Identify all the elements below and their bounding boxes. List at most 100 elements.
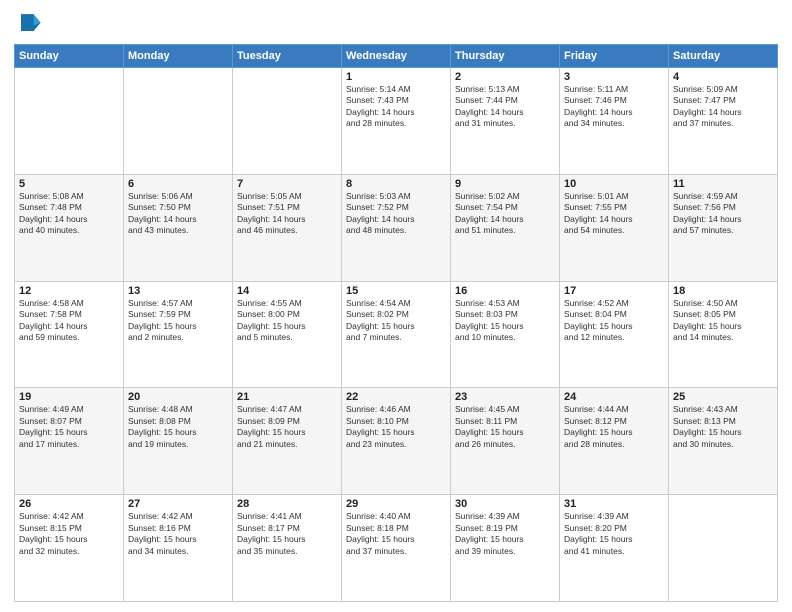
day-number: 11 [673, 178, 773, 190]
day-info: Sunrise: 5:06 AM Sunset: 7:50 PM Dayligh… [128, 191, 228, 237]
day-number: 20 [128, 391, 228, 403]
day-number: 30 [455, 498, 555, 510]
calendar-cell [124, 68, 233, 175]
calendar-week-row: 26Sunrise: 4:42 AM Sunset: 8:15 PM Dayli… [15, 495, 778, 602]
day-info: Sunrise: 4:48 AM Sunset: 8:08 PM Dayligh… [128, 404, 228, 450]
day-info: Sunrise: 5:02 AM Sunset: 7:54 PM Dayligh… [455, 191, 555, 237]
day-number: 1 [346, 71, 446, 83]
day-info: Sunrise: 4:40 AM Sunset: 8:18 PM Dayligh… [346, 511, 446, 557]
day-number: 23 [455, 391, 555, 403]
generalblue-icon [14, 10, 42, 38]
day-info: Sunrise: 4:47 AM Sunset: 8:09 PM Dayligh… [237, 404, 337, 450]
calendar-cell: 21Sunrise: 4:47 AM Sunset: 8:09 PM Dayli… [233, 388, 342, 495]
day-number: 12 [19, 285, 119, 297]
calendar-cell: 26Sunrise: 4:42 AM Sunset: 8:15 PM Dayli… [15, 495, 124, 602]
day-info: Sunrise: 5:03 AM Sunset: 7:52 PM Dayligh… [346, 191, 446, 237]
day-info: Sunrise: 4:52 AM Sunset: 8:04 PM Dayligh… [564, 298, 664, 344]
calendar-cell: 9Sunrise: 5:02 AM Sunset: 7:54 PM Daylig… [451, 174, 560, 281]
day-info: Sunrise: 5:09 AM Sunset: 7:47 PM Dayligh… [673, 84, 773, 130]
calendar-cell: 29Sunrise: 4:40 AM Sunset: 8:18 PM Dayli… [342, 495, 451, 602]
day-info: Sunrise: 4:57 AM Sunset: 7:59 PM Dayligh… [128, 298, 228, 344]
day-number: 16 [455, 285, 555, 297]
calendar-cell: 14Sunrise: 4:55 AM Sunset: 8:00 PM Dayli… [233, 281, 342, 388]
calendar-week-row: 1Sunrise: 5:14 AM Sunset: 7:43 PM Daylig… [15, 68, 778, 175]
day-number: 4 [673, 71, 773, 83]
calendar-cell: 5Sunrise: 5:08 AM Sunset: 7:48 PM Daylig… [15, 174, 124, 281]
calendar-cell: 23Sunrise: 4:45 AM Sunset: 8:11 PM Dayli… [451, 388, 560, 495]
weekday-header-wednesday: Wednesday [342, 45, 451, 68]
day-info: Sunrise: 4:43 AM Sunset: 8:13 PM Dayligh… [673, 404, 773, 450]
day-info: Sunrise: 4:41 AM Sunset: 8:17 PM Dayligh… [237, 511, 337, 557]
day-number: 21 [237, 391, 337, 403]
calendar-cell: 25Sunrise: 4:43 AM Sunset: 8:13 PM Dayli… [669, 388, 778, 495]
calendar-cell: 8Sunrise: 5:03 AM Sunset: 7:52 PM Daylig… [342, 174, 451, 281]
page: SundayMondayTuesdayWednesdayThursdayFrid… [0, 0, 792, 612]
calendar-cell: 2Sunrise: 5:13 AM Sunset: 7:44 PM Daylig… [451, 68, 560, 175]
day-number: 9 [455, 178, 555, 190]
day-info: Sunrise: 4:54 AM Sunset: 8:02 PM Dayligh… [346, 298, 446, 344]
day-info: Sunrise: 5:11 AM Sunset: 7:46 PM Dayligh… [564, 84, 664, 130]
weekday-header-thursday: Thursday [451, 45, 560, 68]
calendar-cell: 13Sunrise: 4:57 AM Sunset: 7:59 PM Dayli… [124, 281, 233, 388]
day-info: Sunrise: 4:44 AM Sunset: 8:12 PM Dayligh… [564, 404, 664, 450]
day-info: Sunrise: 5:08 AM Sunset: 7:48 PM Dayligh… [19, 191, 119, 237]
calendar-cell: 19Sunrise: 4:49 AM Sunset: 8:07 PM Dayli… [15, 388, 124, 495]
calendar-cell [233, 68, 342, 175]
calendar-cell: 22Sunrise: 4:46 AM Sunset: 8:10 PM Dayli… [342, 388, 451, 495]
day-info: Sunrise: 5:01 AM Sunset: 7:55 PM Dayligh… [564, 191, 664, 237]
calendar-cell: 16Sunrise: 4:53 AM Sunset: 8:03 PM Dayli… [451, 281, 560, 388]
day-info: Sunrise: 4:49 AM Sunset: 8:07 PM Dayligh… [19, 404, 119, 450]
day-number: 13 [128, 285, 228, 297]
calendar-cell [15, 68, 124, 175]
calendar-cell: 17Sunrise: 4:52 AM Sunset: 8:04 PM Dayli… [560, 281, 669, 388]
weekday-header-monday: Monday [124, 45, 233, 68]
day-info: Sunrise: 4:46 AM Sunset: 8:10 PM Dayligh… [346, 404, 446, 450]
day-number: 15 [346, 285, 446, 297]
day-number: 24 [564, 391, 664, 403]
calendar-cell: 6Sunrise: 5:06 AM Sunset: 7:50 PM Daylig… [124, 174, 233, 281]
day-number: 31 [564, 498, 664, 510]
weekday-header-tuesday: Tuesday [233, 45, 342, 68]
logo [14, 10, 45, 38]
day-number: 26 [19, 498, 119, 510]
day-number: 14 [237, 285, 337, 297]
day-number: 17 [564, 285, 664, 297]
calendar-cell [669, 495, 778, 602]
day-number: 8 [346, 178, 446, 190]
day-number: 29 [346, 498, 446, 510]
weekday-header-sunday: Sunday [15, 45, 124, 68]
day-info: Sunrise: 5:14 AM Sunset: 7:43 PM Dayligh… [346, 84, 446, 130]
day-info: Sunrise: 4:58 AM Sunset: 7:58 PM Dayligh… [19, 298, 119, 344]
calendar-cell: 15Sunrise: 4:54 AM Sunset: 8:02 PM Dayli… [342, 281, 451, 388]
day-number: 5 [19, 178, 119, 190]
weekday-header-row: SundayMondayTuesdayWednesdayThursdayFrid… [15, 45, 778, 68]
weekday-header-friday: Friday [560, 45, 669, 68]
calendar-cell: 18Sunrise: 4:50 AM Sunset: 8:05 PM Dayli… [669, 281, 778, 388]
calendar-week-row: 19Sunrise: 4:49 AM Sunset: 8:07 PM Dayli… [15, 388, 778, 495]
calendar-cell: 7Sunrise: 5:05 AM Sunset: 7:51 PM Daylig… [233, 174, 342, 281]
weekday-header-saturday: Saturday [669, 45, 778, 68]
day-info: Sunrise: 4:53 AM Sunset: 8:03 PM Dayligh… [455, 298, 555, 344]
day-number: 6 [128, 178, 228, 190]
calendar-cell: 11Sunrise: 4:59 AM Sunset: 7:56 PM Dayli… [669, 174, 778, 281]
calendar-table: SundayMondayTuesdayWednesdayThursdayFrid… [14, 44, 778, 602]
calendar-cell: 20Sunrise: 4:48 AM Sunset: 8:08 PM Dayli… [124, 388, 233, 495]
calendar-cell: 24Sunrise: 4:44 AM Sunset: 8:12 PM Dayli… [560, 388, 669, 495]
day-number: 7 [237, 178, 337, 190]
calendar-week-row: 12Sunrise: 4:58 AM Sunset: 7:58 PM Dayli… [15, 281, 778, 388]
day-number: 18 [673, 285, 773, 297]
day-info: Sunrise: 4:42 AM Sunset: 8:15 PM Dayligh… [19, 511, 119, 557]
day-info: Sunrise: 4:45 AM Sunset: 8:11 PM Dayligh… [455, 404, 555, 450]
calendar-cell: 4Sunrise: 5:09 AM Sunset: 7:47 PM Daylig… [669, 68, 778, 175]
day-info: Sunrise: 4:42 AM Sunset: 8:16 PM Dayligh… [128, 511, 228, 557]
day-info: Sunrise: 4:39 AM Sunset: 8:20 PM Dayligh… [564, 511, 664, 557]
calendar-cell: 27Sunrise: 4:42 AM Sunset: 8:16 PM Dayli… [124, 495, 233, 602]
calendar-cell: 31Sunrise: 4:39 AM Sunset: 8:20 PM Dayli… [560, 495, 669, 602]
day-number: 25 [673, 391, 773, 403]
day-number: 22 [346, 391, 446, 403]
day-number: 10 [564, 178, 664, 190]
day-info: Sunrise: 4:39 AM Sunset: 8:19 PM Dayligh… [455, 511, 555, 557]
calendar-cell: 12Sunrise: 4:58 AM Sunset: 7:58 PM Dayli… [15, 281, 124, 388]
calendar-cell: 28Sunrise: 4:41 AM Sunset: 8:17 PM Dayli… [233, 495, 342, 602]
calendar-cell: 10Sunrise: 5:01 AM Sunset: 7:55 PM Dayli… [560, 174, 669, 281]
